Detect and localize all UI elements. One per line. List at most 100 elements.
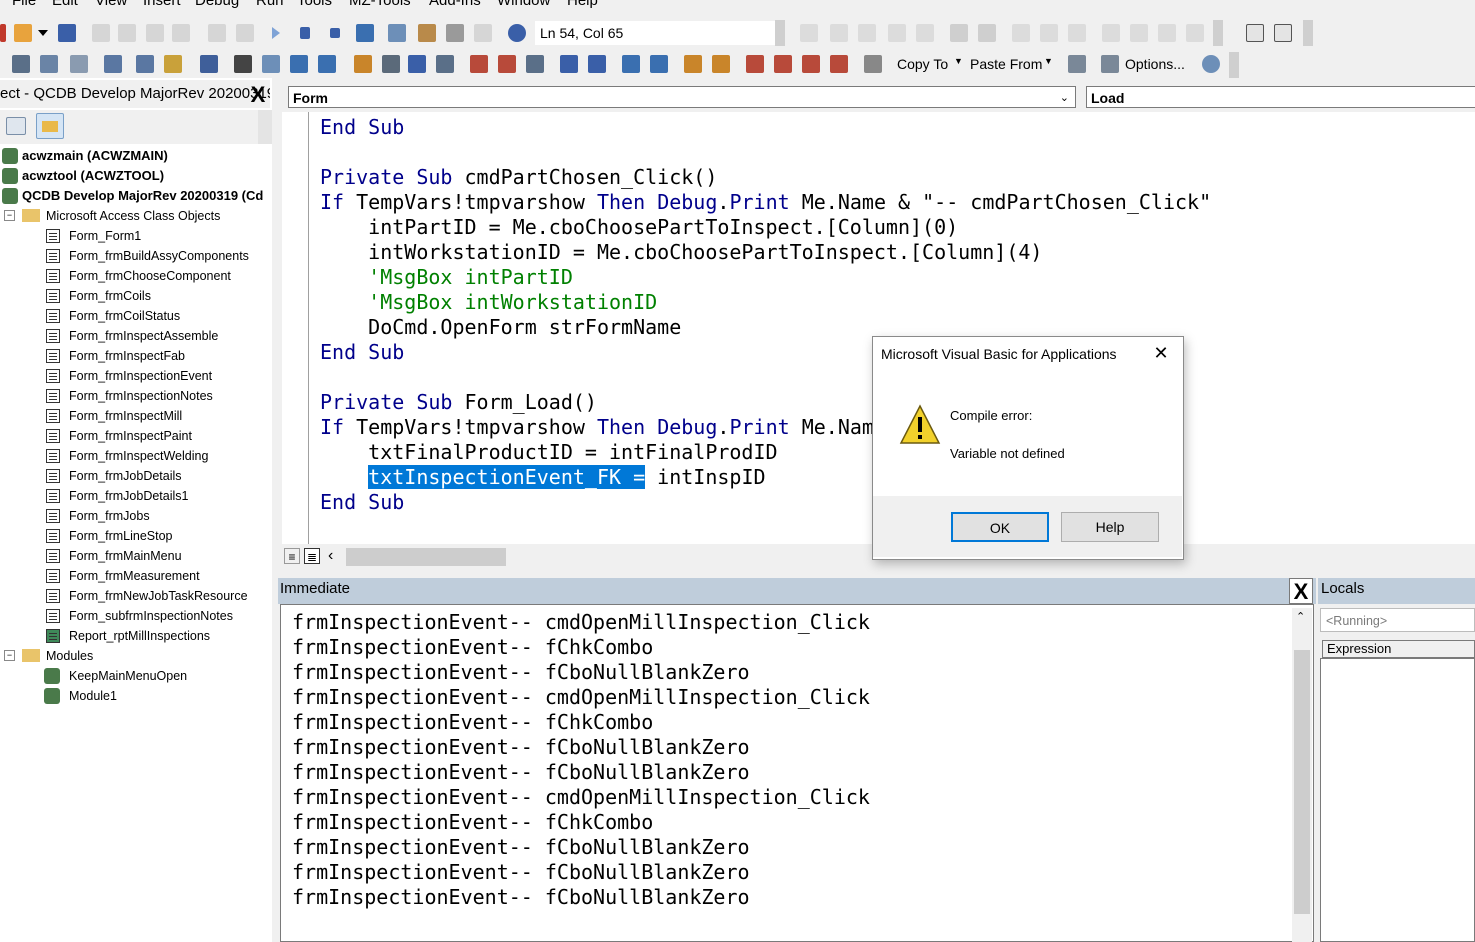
grid-icon[interactable] xyxy=(12,55,30,73)
project-close-button[interactable]: X xyxy=(245,82,271,108)
help-button[interactable]: Help xyxy=(1061,512,1159,542)
uncomment-block-icon[interactable] xyxy=(1068,24,1086,42)
undo-icon[interactable] xyxy=(208,24,226,42)
toolbar-grip[interactable] xyxy=(1303,20,1313,46)
code-horizontal-scrollbar[interactable]: ≡ ≣ ‹ xyxy=(282,544,872,570)
select-case-icon[interactable] xyxy=(526,55,544,73)
reset-icon[interactable] xyxy=(330,28,340,38)
code-margin[interactable] xyxy=(282,112,309,544)
close-windows-icon[interactable] xyxy=(802,55,820,73)
menu-run[interactable]: Run xyxy=(256,0,284,9)
menu-tools[interactable]: Tools xyxy=(297,0,332,9)
add-module-icon[interactable] xyxy=(560,55,578,73)
collapse-icon[interactable]: − xyxy=(4,210,15,221)
split-icon[interactable] xyxy=(436,55,454,73)
procedure-callers-icon[interactable] xyxy=(318,55,336,73)
menu-edit[interactable]: Edit xyxy=(52,0,78,9)
full-module-view-icon[interactable]: ≣ xyxy=(304,548,320,564)
toolbar-grip[interactable] xyxy=(1229,52,1239,78)
view-object-icon[interactable] xyxy=(6,117,26,135)
tree-icon[interactable] xyxy=(40,55,58,73)
review-source-icon[interactable] xyxy=(774,55,792,73)
procedure-combo[interactable]: Load xyxy=(1086,86,1475,108)
menu-insert[interactable]: Insert xyxy=(143,0,181,9)
menu-debug[interactable]: Debug xyxy=(195,0,239,9)
complete-word-icon[interactable] xyxy=(916,24,934,42)
clear-bookmarks-icon[interactable] xyxy=(1186,24,1204,42)
ok-button[interactable]: OK xyxy=(951,512,1049,542)
cut-icon[interactable] xyxy=(92,24,110,42)
object-browser-icon[interactable] xyxy=(446,24,464,42)
binoculars-icon[interactable] xyxy=(234,55,252,73)
statistics-icon[interactable] xyxy=(200,55,218,73)
toolbar-grip[interactable] xyxy=(1213,20,1223,46)
menu-help[interactable]: Help xyxy=(567,0,598,9)
project-scrollbar[interactable] xyxy=(258,110,272,144)
indent-icon[interactable] xyxy=(950,24,968,42)
insert-module-icon[interactable] xyxy=(14,24,32,42)
run-icon[interactable] xyxy=(272,27,280,39)
outdent-icon[interactable] xyxy=(978,24,996,42)
delete-icon[interactable] xyxy=(830,55,848,73)
menu-add-ins[interactable]: Add-Ins xyxy=(429,0,481,9)
menu-window[interactable]: Window xyxy=(497,0,550,9)
copy-icon[interactable] xyxy=(118,24,136,42)
scroll-up-icon[interactable]: ⌃ xyxy=(1296,610,1305,623)
export-icon[interactable] xyxy=(684,55,702,73)
toggle-breakpoint-icon[interactable] xyxy=(1012,24,1030,42)
collapse-icon[interactable]: − xyxy=(4,650,15,661)
pane-splitter[interactable] xyxy=(272,82,278,942)
dialog-close-icon[interactable]: ✕ xyxy=(1150,341,1172,365)
code-templates-icon[interactable] xyxy=(354,55,372,73)
parameter-info-icon[interactable] xyxy=(888,24,906,42)
options-icon[interactable] xyxy=(1101,55,1119,73)
locals-list[interactable] xyxy=(1320,658,1475,942)
replace-icon[interactable] xyxy=(262,55,280,73)
globe-icon[interactable] xyxy=(1202,55,1220,73)
copy-to-button[interactable]: Copy To xyxy=(897,56,948,72)
redo-icon[interactable] xyxy=(236,24,254,42)
project-explorer-icon[interactable] xyxy=(388,24,406,42)
quick-info-icon[interactable] xyxy=(858,24,876,42)
scroll-thumb[interactable] xyxy=(346,548,506,566)
next-bookmark-icon[interactable] xyxy=(1130,24,1148,42)
sort-icon[interactable] xyxy=(382,55,400,73)
options-button[interactable]: Options... xyxy=(1125,56,1185,72)
chevron-down-icon[interactable] xyxy=(38,30,48,36)
chevron-down-icon[interactable]: ⌄ xyxy=(1060,87,1069,109)
design-mode-icon[interactable] xyxy=(356,24,374,42)
insert-error-handler-icon[interactable] xyxy=(498,55,516,73)
locals-expression-column[interactable]: Expression xyxy=(1322,640,1475,658)
toolbar-grip[interactable] xyxy=(775,20,785,46)
properties-icon[interactable] xyxy=(418,24,436,42)
immediate-scroll-thumb[interactable] xyxy=(1294,650,1310,914)
add-procedure-icon[interactable] xyxy=(408,55,426,73)
procedure-view-icon[interactable]: ≡ xyxy=(284,548,300,564)
menu-view[interactable]: View xyxy=(95,0,127,9)
eraser-icon[interactable] xyxy=(864,55,882,73)
immediate-close-button[interactable]: X xyxy=(1289,578,1313,604)
calculator-icon[interactable] xyxy=(1068,55,1086,73)
list-lines-icon[interactable] xyxy=(1274,24,1292,42)
list-properties-icon[interactable] xyxy=(800,24,818,42)
remove-line-numbers-icon[interactable] xyxy=(650,55,668,73)
clipboard-icon[interactable] xyxy=(136,55,154,73)
toolbox-icon[interactable] xyxy=(474,24,492,42)
toggle-folders-icon[interactable] xyxy=(36,113,64,139)
private-clipboard-icon[interactable] xyxy=(104,55,122,73)
list-icon[interactable] xyxy=(1246,24,1264,42)
import-icon[interactable] xyxy=(712,55,730,73)
break-icon[interactable] xyxy=(300,27,310,39)
find-icon[interactable] xyxy=(172,24,190,42)
paste-from-dropdown-icon[interactable]: ▼ xyxy=(1044,56,1053,66)
toggle-bookmark-icon[interactable] xyxy=(1102,24,1120,42)
access-icon[interactable] xyxy=(0,24,6,42)
insert-header-icon[interactable] xyxy=(470,55,488,73)
previous-bookmark-icon[interactable] xyxy=(1158,24,1176,42)
paste-icon[interactable] xyxy=(146,24,164,42)
copy-to-dropdown-icon[interactable]: ▼ xyxy=(954,56,963,66)
templates-icon[interactable] xyxy=(164,55,182,73)
paste-from-button[interactable]: Paste From xyxy=(970,56,1042,72)
callers-icon[interactable] xyxy=(290,55,308,73)
menu-file[interactable]: File xyxy=(12,0,36,9)
